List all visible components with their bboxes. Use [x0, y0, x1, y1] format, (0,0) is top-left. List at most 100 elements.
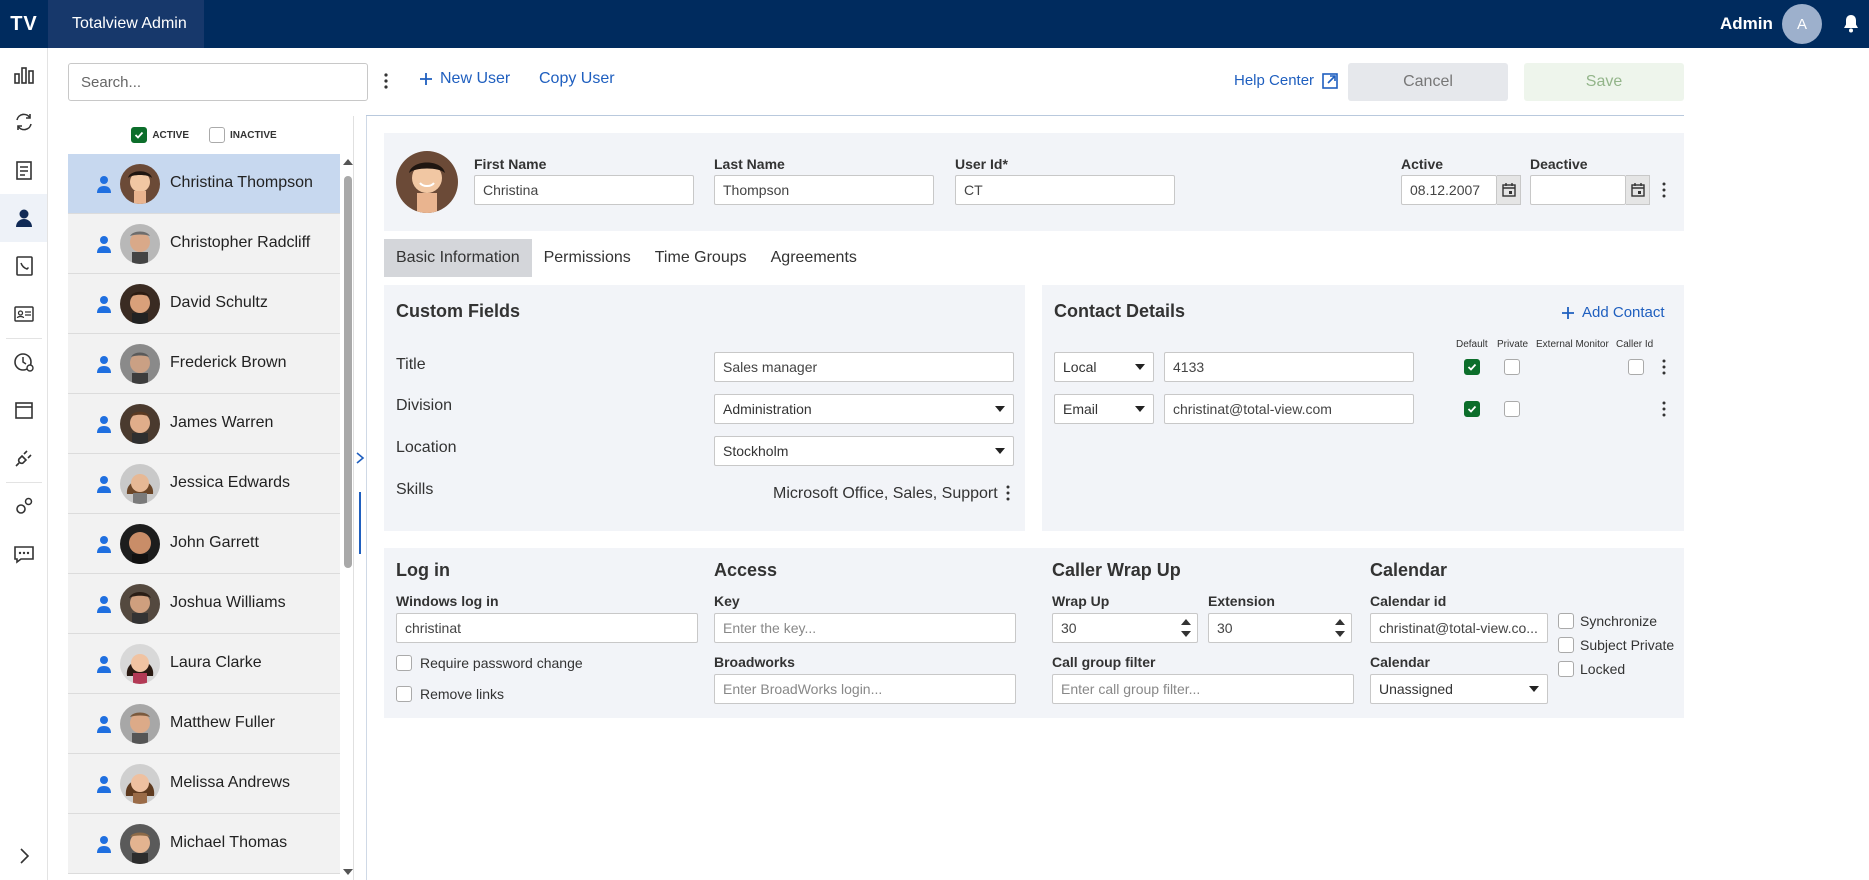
wrap-up-title: Caller Wrap Up [1052, 560, 1181, 580]
save-button[interactable]: Save [1524, 63, 1684, 101]
tab-time-groups[interactable]: Time Groups [643, 239, 759, 277]
users-icon[interactable] [0, 194, 47, 242]
user-name: Frederick Brown [170, 354, 287, 371]
bell-icon[interactable] [1842, 14, 1860, 34]
require-password-checkbox[interactable] [396, 655, 412, 671]
scroll-down-icon[interactable] [343, 868, 353, 876]
new-user-button[interactable]: New User [420, 70, 510, 88]
tab-agreements[interactable]: Agreements [759, 239, 869, 277]
user-row-christina-thompson[interactable]: Christina Thompson [68, 154, 340, 214]
header-more-icon[interactable] [1662, 182, 1666, 198]
user-type-icon [97, 836, 111, 853]
app-logo[interactable]: TV [0, 0, 48, 48]
user-row-laura-clarke[interactable]: Laura Clarke [68, 634, 340, 694]
caller-id-checkbox[interactable] [1628, 359, 1644, 375]
first-name-input[interactable] [474, 175, 694, 205]
sync-icon[interactable] [0, 98, 47, 146]
user-type-icon [97, 296, 111, 313]
user-row-john-garrett[interactable]: John Garrett [68, 514, 340, 574]
tab-permissions[interactable]: Permissions [532, 239, 643, 277]
caller-id-header: Caller Id [1616, 339, 1654, 350]
filter-inactive[interactable]: INACTIVE [209, 127, 277, 143]
user-row-david-schultz[interactable]: David Schultz [68, 274, 340, 334]
user-row-joshua-williams[interactable]: Joshua Williams [68, 574, 340, 634]
contact-type-select[interactable]: Local [1054, 352, 1154, 382]
contact-value-input[interactable] [1164, 394, 1414, 424]
user-list-scrollbar[interactable] [342, 154, 354, 880]
copy-user-button[interactable]: Copy User [539, 70, 615, 88]
active-checkbox[interactable] [131, 127, 148, 143]
title-input[interactable] [714, 352, 1014, 382]
inactive-checkbox[interactable] [209, 127, 225, 143]
user-type-icon [97, 656, 111, 673]
cancel-button[interactable]: Cancel [1348, 63, 1508, 101]
reports-icon[interactable] [0, 50, 47, 98]
call-group-input[interactable] [1052, 674, 1354, 704]
calendar-label: Calendar [1370, 654, 1430, 670]
contact-type-select[interactable]: Email [1054, 394, 1154, 424]
user-id-input[interactable] [955, 175, 1175, 205]
user-row-frederick-brown[interactable]: Frederick Brown [68, 334, 340, 394]
remove-links-checkbox[interactable] [396, 686, 412, 702]
last-name-input[interactable] [714, 175, 934, 205]
scroll-thumb[interactable] [344, 176, 352, 568]
more-options-icon[interactable] [380, 70, 392, 92]
default-checkbox[interactable] [1464, 359, 1480, 375]
expand-rail-icon[interactable] [0, 832, 47, 880]
private-checkbox[interactable] [1504, 401, 1520, 417]
broadworks-input[interactable] [714, 674, 1016, 704]
location-select[interactable]: Stockholm [714, 436, 1014, 466]
skills-more-icon[interactable] [1006, 485, 1010, 501]
resize-handle[interactable] [359, 492, 361, 554]
app-title[interactable]: Totalview Admin [48, 0, 204, 48]
synchronize-checkbox[interactable] [1558, 613, 1574, 629]
contact-row-more-icon[interactable] [1662, 401, 1666, 417]
user-type-icon [97, 776, 111, 793]
add-contact-button[interactable]: Add Contact [1562, 304, 1665, 321]
default-checkbox[interactable] [1464, 401, 1480, 417]
user-row-michael-thomas[interactable]: Michael Thomas [68, 814, 340, 874]
subject-private-checkbox[interactable] [1558, 637, 1574, 653]
user-avatar[interactable]: A [1782, 4, 1822, 44]
active-date-input[interactable] [1401, 175, 1497, 205]
contact-value-input[interactable] [1164, 352, 1414, 382]
phone-book-icon[interactable] [0, 242, 47, 290]
user-type-icon [97, 596, 111, 613]
locked-checkbox[interactable] [1558, 661, 1574, 677]
calendar-select[interactable]: Unassigned [1370, 674, 1548, 704]
calendar-id-input[interactable] [1370, 613, 1548, 643]
chat-icon[interactable] [0, 530, 47, 578]
active-date-picker[interactable] [1497, 175, 1521, 205]
contact-card-icon[interactable] [0, 290, 47, 338]
nav-rail [0, 48, 48, 880]
scroll-up-icon[interactable] [343, 158, 353, 166]
user-row-christopher-radcliff[interactable]: Christopher Radcliff [68, 214, 340, 274]
private-checkbox[interactable] [1504, 359, 1520, 375]
user-row-james-warren[interactable]: James Warren [68, 394, 340, 454]
user-row-matthew-fuller[interactable]: Matthew Fuller [68, 694, 340, 754]
profile-photo[interactable] [396, 151, 458, 213]
collapse-list-icon[interactable] [354, 450, 366, 466]
schedule-settings-icon[interactable] [0, 338, 47, 386]
calendar-icon [1630, 183, 1645, 197]
window-icon[interactable] [0, 386, 47, 434]
windows-login-input[interactable] [396, 613, 698, 643]
tab-basic-information[interactable]: Basic Information [384, 239, 532, 277]
gears-icon[interactable] [0, 482, 47, 530]
filter-active[interactable]: ACTIVE [131, 127, 189, 143]
subject-private-label: Subject Private [1580, 637, 1675, 653]
deactive-date-picker[interactable] [1626, 175, 1650, 205]
plug-icon[interactable] [0, 434, 47, 482]
deactive-date-input[interactable] [1530, 175, 1626, 205]
key-input[interactable] [714, 613, 1016, 643]
extension-stepper-icon[interactable] [1330, 613, 1350, 643]
wrap-up-stepper-icon[interactable] [1176, 613, 1196, 643]
user-row-jessica-edwards[interactable]: Jessica Edwards [68, 454, 340, 514]
log-icon[interactable] [0, 146, 47, 194]
contact-row-more-icon[interactable] [1662, 359, 1666, 375]
help-center-link[interactable]: Help Center [1234, 72, 1338, 89]
require-password-label: Require password change [420, 655, 583, 671]
user-row-melissa-andrews[interactable]: Melissa Andrews [68, 754, 340, 814]
search-input[interactable] [68, 63, 368, 101]
division-select[interactable]: Administration [714, 394, 1014, 424]
